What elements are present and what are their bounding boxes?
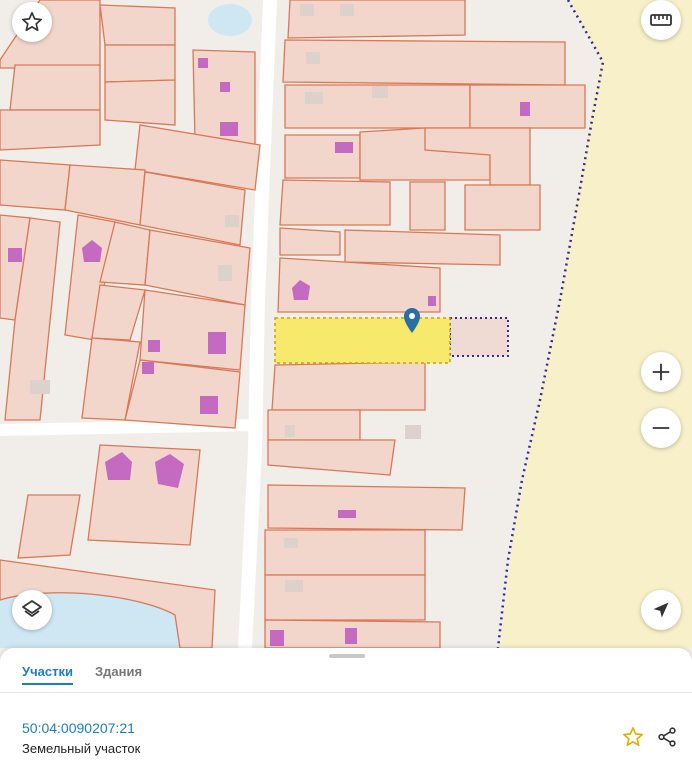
object-type: Земельный участок: [22, 741, 141, 756]
tab-bar: Участки Здания: [22, 664, 142, 685]
map-canvas[interactable]: [0, 0, 692, 648]
star-outline-icon: [22, 12, 42, 32]
cadastral-number[interactable]: 50:04:0090207:21: [22, 720, 135, 736]
plus-icon: [652, 363, 670, 381]
bottom-sheet: Участки Здания 50:04:0090207:21 Земельны…: [0, 648, 692, 767]
tab-buildings[interactable]: Здания: [95, 664, 142, 685]
zoom-in-button[interactable]: [641, 352, 681, 392]
favorite-button[interactable]: [12, 2, 52, 42]
share-icon: [658, 727, 676, 747]
minus-icon: [652, 427, 670, 429]
layers-button[interactable]: [12, 590, 52, 630]
share-button[interactable]: [654, 724, 680, 750]
pond: [208, 4, 252, 36]
sheet-drag-handle[interactable]: [329, 654, 365, 658]
ruler-icon: [650, 14, 672, 26]
star-outline-icon: [623, 727, 643, 747]
locate-button[interactable]: [641, 590, 681, 630]
adjacent-parcel[interactable]: [449, 317, 509, 357]
selected-parcel[interactable]: [274, 317, 451, 364]
cadastral-map[interactable]: [0, 0, 692, 648]
favorite-parcel-button[interactable]: [620, 724, 646, 750]
ruler-button[interactable]: [641, 0, 681, 40]
layers-icon: [22, 600, 42, 617]
divider: [0, 692, 692, 693]
tab-parcels[interactable]: Участки: [22, 664, 73, 685]
navigation-arrow-icon: [653, 602, 669, 618]
zoom-out-button[interactable]: [641, 408, 681, 448]
